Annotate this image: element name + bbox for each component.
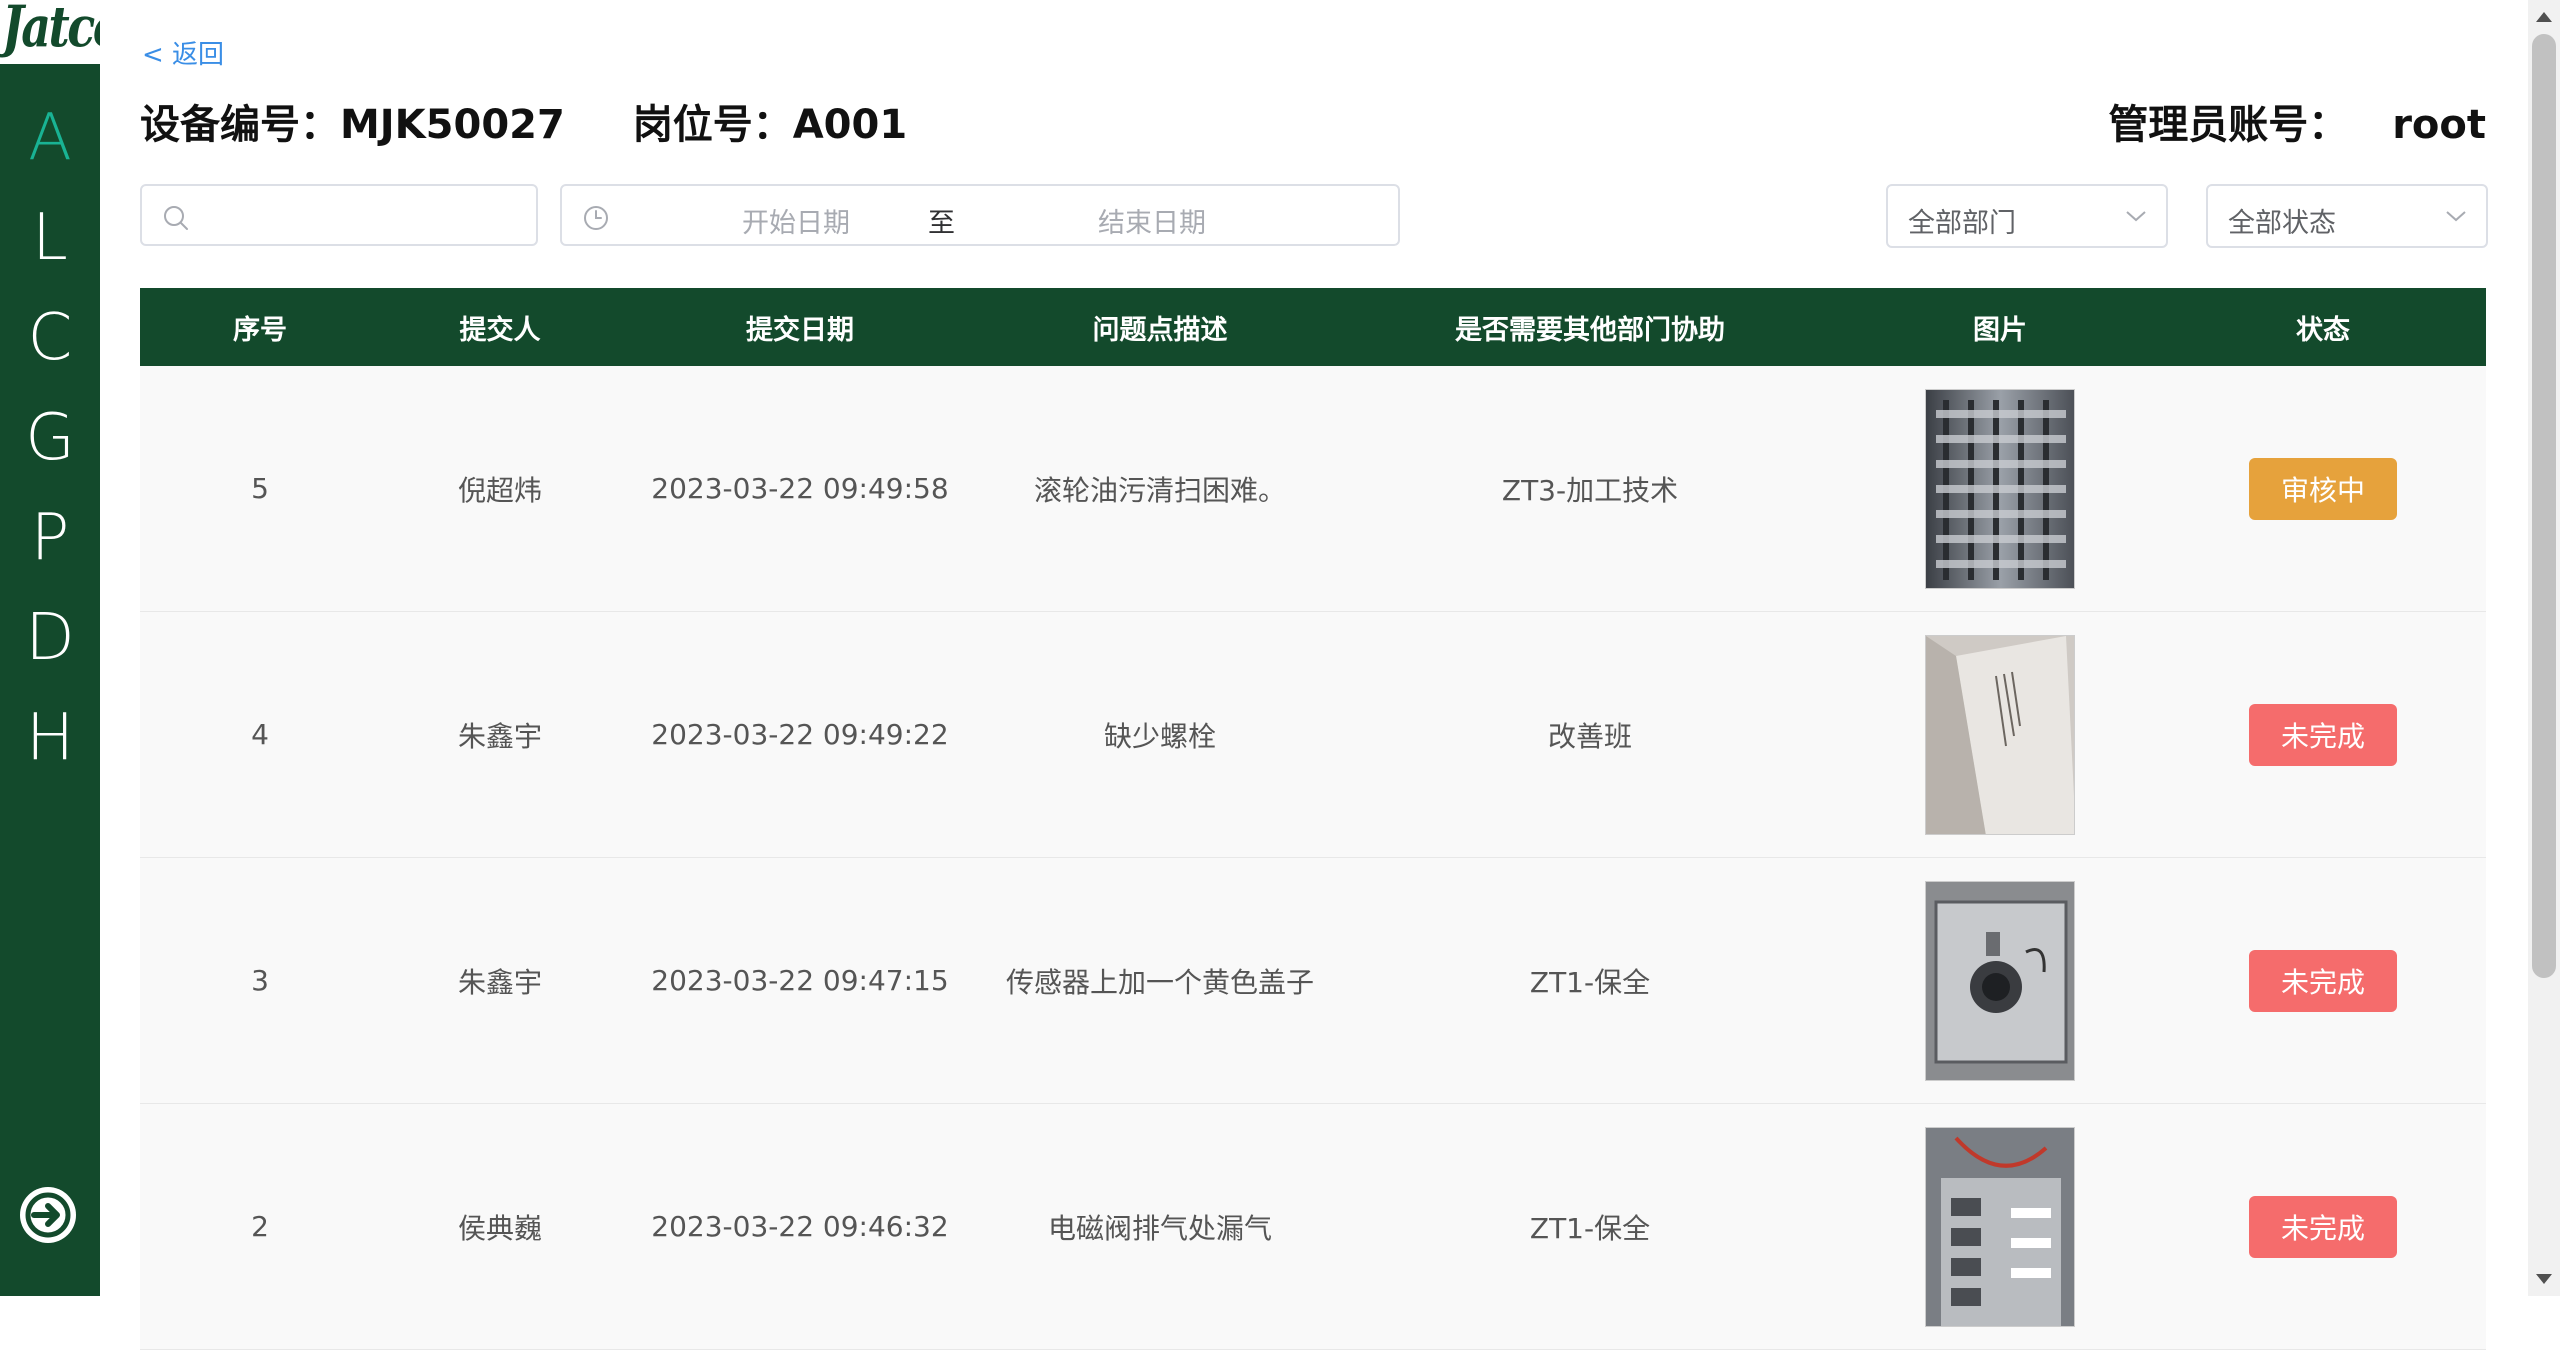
arrow-right-circle-icon bbox=[25, 1192, 71, 1238]
cell-assist: ZT1-保全 bbox=[1529, 1211, 1651, 1245]
admin-value: root bbox=[2392, 102, 2486, 148]
photo-sensor bbox=[1926, 881, 2074, 1080]
cell-description: 电磁阀排气处漏气 bbox=[1047, 1211, 1272, 1245]
cell-assist: ZT3-加工技术 bbox=[1501, 473, 1679, 507]
start-date-input[interactable]: 开始日期 bbox=[706, 201, 886, 240]
cell-date: 2023-03-22 09:46:32 bbox=[651, 1210, 949, 1243]
column-header-status: 状态 bbox=[2296, 314, 2350, 346]
cell-date: 2023-03-22 09:47:15 bbox=[651, 964, 949, 997]
nav-item-c[interactable]: C bbox=[0, 306, 100, 370]
cell-description: 缺少螺栓 bbox=[1103, 719, 1216, 753]
date-range-picker[interactable]: 开始日期 至 结束日期 bbox=[560, 184, 1400, 246]
status-badge[interactable]: 未完成 bbox=[2249, 949, 2397, 1012]
cell-assist: ZT1-保全 bbox=[1529, 965, 1651, 999]
chevron-down-icon bbox=[2126, 211, 2146, 222]
chevron-down-icon bbox=[2446, 211, 2466, 222]
column-header-assist: 是否需要其他部门协助 bbox=[1455, 314, 1725, 346]
cell-image bbox=[1840, 366, 2160, 611]
cell-id: 2 bbox=[251, 1210, 269, 1243]
cell-description: 传感器上加一个黄色盖子 bbox=[1005, 965, 1314, 999]
status-badge[interactable]: 未完成 bbox=[2249, 1195, 2397, 1258]
cell-submitter: 朱鑫宇 bbox=[457, 719, 542, 753]
page-title: 设备编号：MJK50027 岗位号：A001 bbox=[140, 92, 907, 150]
status-badge[interactable]: 未完成 bbox=[2249, 703, 2397, 766]
table-row[interactable]: 5 倪超炜 2023-03-22 09:49:58 滚轮油污清扫困难。 ZT3-… bbox=[140, 366, 2486, 612]
photo-rollers bbox=[1926, 389, 2074, 588]
photo-panel bbox=[1926, 635, 2074, 834]
nav-item-l[interactable]: L bbox=[0, 206, 100, 270]
column-header-submitter: 提交人 bbox=[459, 314, 541, 346]
issue-photo-thumbnail[interactable] bbox=[1925, 880, 2075, 1081]
photo-valve bbox=[1926, 1127, 2074, 1326]
cell-image bbox=[1840, 612, 2160, 857]
nav-item-p[interactable]: P bbox=[0, 506, 100, 570]
nav-item-h[interactable]: H bbox=[0, 706, 100, 770]
scroll-down-arrow[interactable] bbox=[2536, 1274, 2552, 1284]
status-badge[interactable]: 审核中 bbox=[2249, 457, 2397, 520]
table-header: 序号 提交人 提交日期 问题点描述 是否需要其他部门协助 图片 状态 bbox=[140, 288, 2486, 366]
status-select[interactable]: 全部状态 bbox=[2206, 184, 2488, 248]
cell-assist: 改善班 bbox=[1547, 719, 1632, 753]
device-number: 设备编号：MJK50027 bbox=[140, 102, 565, 148]
column-header-description: 问题点描述 bbox=[1092, 314, 1228, 346]
cell-image bbox=[1840, 1104, 2160, 1349]
search-input[interactable] bbox=[140, 184, 538, 246]
cell-date: 2023-03-22 09:49:22 bbox=[651, 718, 949, 751]
post-number: 岗位号：A001 bbox=[632, 102, 908, 148]
column-header-image: 图片 bbox=[1973, 314, 2027, 346]
table-row[interactable]: 3 朱鑫宇 2023-03-22 09:47:15 传感器上加一个黄色盖子 ZT… bbox=[140, 858, 2486, 1104]
nav-item-g[interactable]: G bbox=[0, 406, 100, 470]
cell-id: 5 bbox=[251, 472, 269, 505]
column-header-date: 提交日期 bbox=[746, 314, 854, 346]
logo-text: Jatco bbox=[2, 0, 100, 60]
scrollbar-thumb[interactable] bbox=[2532, 34, 2556, 978]
back-link[interactable]: < 返回 bbox=[142, 34, 224, 71]
clock-icon bbox=[584, 206, 608, 230]
cell-id: 3 bbox=[251, 964, 269, 997]
admin-label: 管理员账号： bbox=[2108, 102, 2349, 148]
search-icon bbox=[164, 206, 188, 230]
logout-button[interactable] bbox=[20, 1187, 76, 1243]
column-header-id: 序号 bbox=[233, 314, 287, 346]
admin-account: 管理员账号： root bbox=[2108, 92, 2486, 150]
department-select[interactable]: 全部部门 bbox=[1886, 184, 2168, 248]
cell-status: 未完成 bbox=[2160, 1104, 2486, 1349]
end-date-input[interactable]: 结束日期 bbox=[1062, 201, 1242, 240]
issue-photo-thumbnail[interactable] bbox=[1925, 1126, 2075, 1327]
cell-image bbox=[1840, 858, 2160, 1103]
issue-photo-thumbnail[interactable] bbox=[1925, 634, 2075, 835]
vertical-scrollbar[interactable] bbox=[2528, 0, 2560, 1296]
issues-table: 序号 提交人 提交日期 问题点描述 是否需要其他部门协助 图片 状态 5 倪超炜… bbox=[140, 288, 2486, 1350]
cell-status: 未完成 bbox=[2160, 612, 2486, 857]
department-select-value: 全部部门 bbox=[1908, 208, 2016, 239]
cell-status: 未完成 bbox=[2160, 858, 2486, 1103]
sidebar: Jatco A L C G P D H bbox=[0, 0, 100, 1296]
cell-date: 2023-03-22 09:49:58 bbox=[651, 472, 949, 505]
cell-status: 审核中 bbox=[2160, 366, 2486, 611]
cell-submitter: 倪超炜 bbox=[457, 473, 542, 507]
cell-submitter: 朱鑫宇 bbox=[457, 965, 542, 999]
cell-submitter: 侯典巍 bbox=[457, 1211, 542, 1245]
cell-description: 滚轮油污清扫困难。 bbox=[1033, 473, 1286, 507]
date-separator: 至 bbox=[928, 208, 955, 239]
logo: Jatco bbox=[0, 0, 100, 64]
status-select-value: 全部状态 bbox=[2228, 208, 2336, 239]
scroll-up-arrow[interactable] bbox=[2536, 12, 2552, 22]
table-row[interactable]: 4 朱鑫宇 2023-03-22 09:49:22 缺少螺栓 改善班 未完成 bbox=[140, 612, 2486, 858]
nav-item-d[interactable]: D bbox=[0, 606, 100, 670]
nav-item-a[interactable]: A bbox=[0, 106, 100, 170]
issue-photo-thumbnail[interactable] bbox=[1925, 388, 2075, 589]
table-row[interactable]: 2 侯典巍 2023-03-22 09:46:32 电磁阀排气处漏气 ZT1-保… bbox=[140, 1104, 2486, 1350]
cell-id: 4 bbox=[251, 718, 269, 751]
